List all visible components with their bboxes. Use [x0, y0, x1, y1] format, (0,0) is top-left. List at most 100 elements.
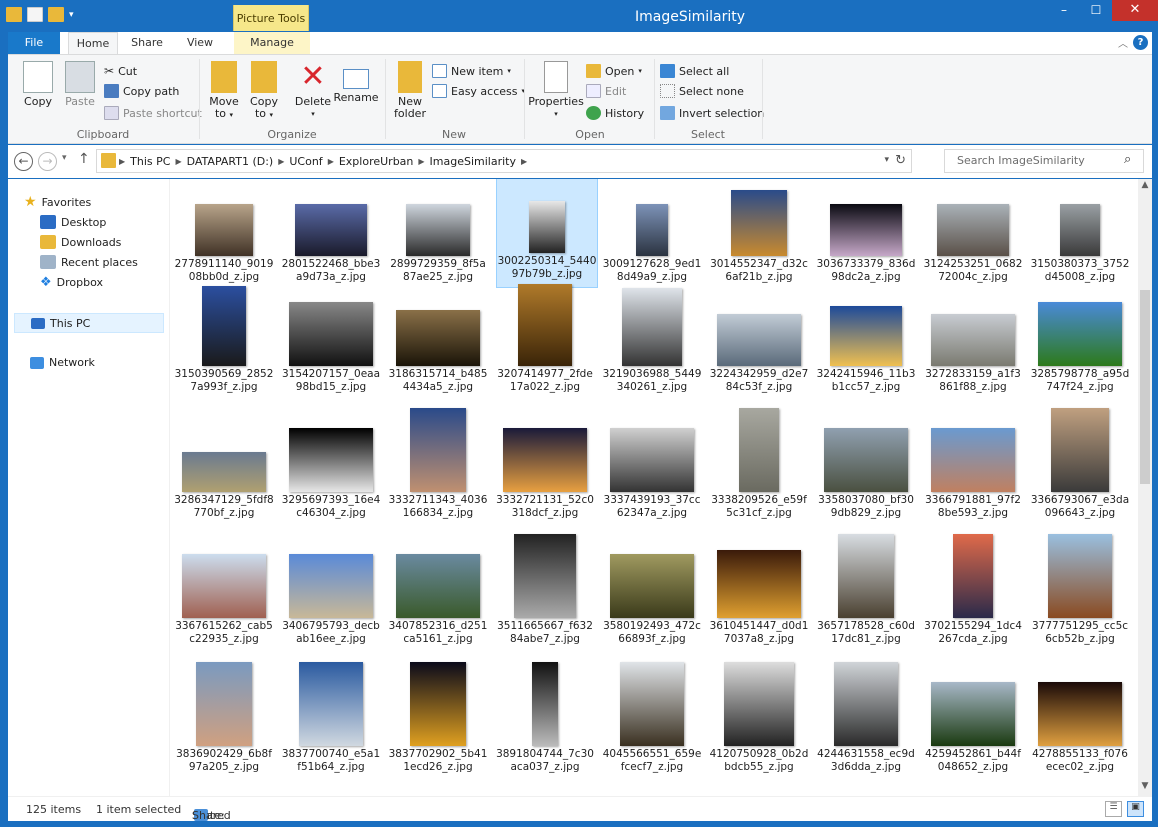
invert-selection-button[interactable]: Invert selection — [660, 104, 764, 122]
file-thumbnail[interactable]: 3777751295_cc5c6cb52b_z.jpg — [1030, 534, 1130, 652]
rename-button[interactable]: Rename — [333, 61, 379, 104]
file-thumbnail[interactable]: 3285798778_a95d747f24_z.jpg — [1030, 292, 1130, 400]
file-thumbnail[interactable]: 3580192493_472c66893f_z.jpg — [602, 544, 702, 652]
file-thumbnail[interactable]: 3657178528_c60d17dc81_z.jpg — [816, 534, 916, 652]
large-icons-view-button[interactable]: ▣ — [1127, 801, 1144, 817]
tab-home[interactable]: Home — [68, 32, 118, 55]
breadcrumb-imagesimilarity[interactable]: ImageSimilarity — [430, 155, 516, 168]
paste-button[interactable]: Paste — [60, 61, 100, 108]
breadcrumb-datapart1[interactable]: DATAPART1 (D:) — [187, 155, 274, 168]
details-view-button[interactable]: ☰ — [1105, 801, 1122, 817]
file-thumbnail[interactable]: 3332721131_52c0318dcf_z.jpg — [495, 418, 595, 526]
file-thumbnail[interactable]: 3014552347_d32c6af21b_z.jpg — [709, 182, 809, 290]
file-thumbnail[interactable]: 2899729359_8f5a87ae25_z.jpg — [388, 182, 488, 290]
file-thumbnail[interactable]: 3036733379_836d98dc2a_z.jpg — [816, 182, 916, 290]
file-thumbnail[interactable]: 4045566551_659efcecf7_z.jpg — [602, 662, 702, 780]
history-button[interactable]: History — [586, 104, 644, 122]
file-thumbnail[interactable]: 2778911140_901908bb0d_z.jpg — [174, 182, 274, 290]
back-button[interactable]: ← — [14, 152, 33, 171]
file-thumbnail[interactable]: 3242415946_11b3b1cc57_z.jpg — [816, 292, 916, 400]
nav-downloads[interactable]: Downloads — [40, 235, 121, 249]
file-thumbnail[interactable]: 3002250314_544097b79b_z.jpg — [496, 179, 598, 288]
new-item-button[interactable]: New item ▾ — [432, 62, 511, 80]
file-thumbnail[interactable]: 3009127628_9ed18d49a9_z.jpg — [602, 182, 702, 290]
file-thumbnail[interactable]: 3150380373_3752d45008_z.jpg — [1030, 182, 1130, 290]
file-thumbnail[interactable]: 3219036988_5449340261_z.jpg — [602, 288, 702, 400]
paste-shortcut-button[interactable]: Paste shortcut — [104, 104, 202, 122]
easy-access-button[interactable]: Easy access▾ — [432, 82, 525, 100]
tab-file[interactable]: File — [8, 32, 60, 54]
ribbon-collapse-icon[interactable]: ︿ — [1118, 35, 1128, 50]
properties-icon[interactable] — [27, 7, 43, 22]
file-thumbnail[interactable]: 3207414977_2fde17a022_z.jpg — [495, 284, 595, 400]
nav-favorites[interactable]: ★ Favorites — [24, 194, 91, 210]
tab-share[interactable]: Share — [124, 32, 170, 54]
cut-button[interactable]: ✂ Cut — [104, 62, 137, 80]
nav-recent-places[interactable]: Recent places — [40, 255, 138, 269]
file-thumbnail[interactable]: 3358037080_bf309db829_z.jpg — [816, 418, 916, 526]
up-arrow-icon[interactable]: ↑ — [78, 151, 90, 167]
file-thumbnail[interactable]: 3224342959_d2e784c53f_z.jpg — [709, 292, 809, 400]
copy-button[interactable]: Copy — [18, 61, 58, 108]
customize-qat-icon[interactable]: ▾ — [69, 10, 74, 20]
file-thumbnail[interactable]: 4120750928_0b2dbdcb55_z.jpg — [709, 662, 809, 780]
tab-manage[interactable]: Manage — [234, 32, 310, 54]
file-thumbnail[interactable]: 4244631558_ec9d3d6dda_z.jpg — [816, 662, 916, 780]
new-folder-button[interactable]: New folder — [390, 61, 430, 120]
move-to-button[interactable]: Move to ▾ — [206, 61, 242, 121]
file-thumbnail[interactable]: 3154207157_0eaa98bd15_z.jpg — [281, 292, 381, 400]
tab-view[interactable]: View — [178, 32, 222, 54]
properties-button[interactable]: Properties ▾ — [528, 61, 584, 120]
address-dropdown-icon[interactable]: ▾ — [884, 155, 889, 165]
nav-this-pc[interactable]: This PC — [14, 313, 164, 333]
file-thumbnail[interactable]: 3836902429_6b8f97a205_z.jpg — [174, 662, 274, 780]
breadcrumb-this-pc[interactable]: This PC — [130, 155, 170, 168]
breadcrumb-exploreurban[interactable]: ExploreUrban — [339, 155, 414, 168]
close-button[interactable]: ✕ — [1112, 0, 1158, 21]
nav-network[interactable]: Network — [30, 356, 95, 369]
search-input[interactable]: Search ImageSimilarity — [944, 149, 1144, 173]
scrollbar-thumb[interactable] — [1140, 290, 1150, 484]
file-thumbnail[interactable]: 3286347129_5fdf8770bf_z.jpg — [174, 418, 274, 526]
file-thumbnail[interactable]: 3837700740_e5a1f51b64_z.jpg — [281, 662, 381, 780]
nav-desktop[interactable]: Desktop — [40, 215, 106, 229]
help-icon[interactable]: ? — [1133, 35, 1148, 50]
new-folder-icon[interactable] — [48, 7, 64, 22]
refresh-icon[interactable]: ↻ — [895, 153, 906, 168]
select-all-button[interactable]: Select all — [660, 62, 729, 80]
recent-locations-icon[interactable]: ▾ — [62, 153, 67, 163]
file-thumbnail[interactable]: 3367615262_cab5c22935_z.jpg — [174, 544, 274, 652]
file-thumbnail[interactable]: 3150390569_28527a993f_z.jpg — [174, 286, 274, 400]
file-thumbnail[interactable]: 3272833159_a1f3861f88_z.jpg — [923, 292, 1023, 400]
file-thumbnail[interactable]: 3407852316_d251ca5161_z.jpg — [388, 544, 488, 652]
file-thumbnail[interactable]: 3891804744_7c30aca037_z.jpg — [495, 662, 595, 780]
minimize-button[interactable]: – — [1048, 0, 1080, 21]
address-bar[interactable]: ▶ This PC ▶ DATAPART1 (D:) ▶ UConf ▶ Exp… — [96, 149, 912, 173]
file-thumbnail[interactable]: 3366793067_e3da096643_z.jpg — [1030, 408, 1130, 526]
file-thumbnail[interactable]: 3337439193_37cc62347a_z.jpg — [602, 418, 702, 526]
copy-path-button[interactable]: Copy path — [104, 82, 179, 100]
maximize-button[interactable]: ☐ — [1080, 0, 1112, 21]
copy-to-button[interactable]: Copy to ▾ — [246, 61, 282, 121]
file-thumbnail[interactable]: 3186315714_b4854434a5_z.jpg — [388, 292, 488, 400]
file-thumbnail[interactable]: 3124253251_068272004c_z.jpg — [923, 182, 1023, 290]
breadcrumb-uconf[interactable]: UConf — [289, 155, 322, 168]
forward-button[interactable]: → — [38, 152, 57, 171]
edit-button[interactable]: Edit — [586, 82, 626, 100]
search-icon[interactable]: ⌕ — [1124, 152, 1150, 167]
file-thumbnail[interactable]: 3338209526_e59f5c31cf_z.jpg — [709, 408, 809, 526]
file-thumbnail[interactable]: 3406795793_decbab16ee_z.jpg — [281, 544, 381, 652]
delete-button[interactable]: ✕ Delete ▾ — [292, 61, 334, 120]
file-thumbnail[interactable]: 3511665667_f63284abe7_z.jpg — [495, 534, 595, 652]
file-thumbnail[interactable]: 3366791881_97f28be593_z.jpg — [923, 418, 1023, 526]
file-thumbnail[interactable]: 2801522468_bbe3a9d73a_z.jpg — [281, 182, 381, 290]
file-thumbnail[interactable]: 3837702902_5b411ecd26_z.jpg — [388, 662, 488, 780]
open-button[interactable]: Open ▾ — [586, 62, 642, 80]
file-thumbnail[interactable]: 3295697393_16e4c46304_z.jpg — [281, 418, 381, 526]
vertical-scrollbar[interactable] — [1138, 179, 1152, 796]
file-thumbnail[interactable]: 4278855133_f076ecec02_z.jpg — [1030, 672, 1130, 780]
select-none-button[interactable]: Select none — [660, 82, 744, 100]
file-thumbnail[interactable]: 3702155294_1dc4267cda_z.jpg — [923, 534, 1023, 652]
scroll-down-icon[interactable]: ▼ — [1138, 781, 1152, 795]
scroll-up-icon[interactable]: ▲ — [1138, 180, 1152, 194]
